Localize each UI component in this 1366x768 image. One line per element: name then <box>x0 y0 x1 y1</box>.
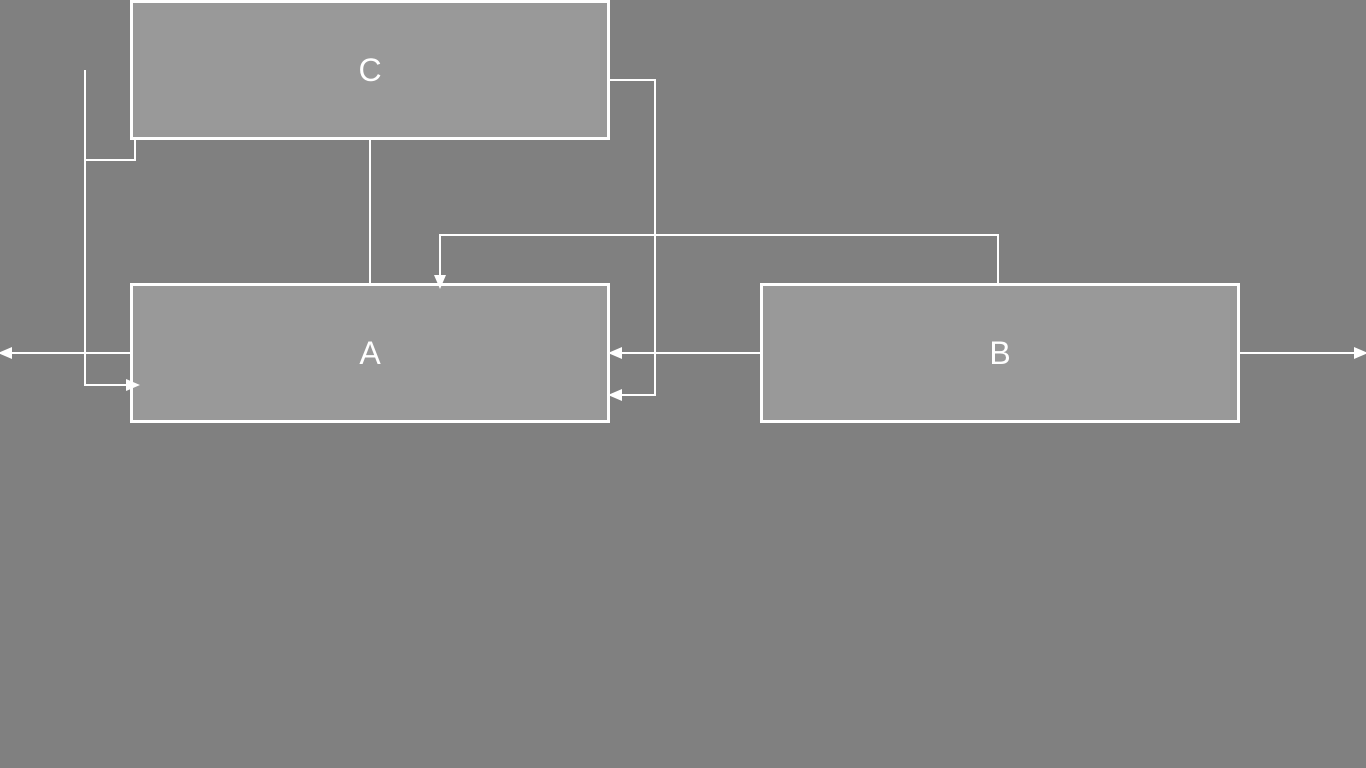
arrowhead-into-a-right-upper <box>608 347 622 359</box>
arrowhead-b-right-out <box>1354 347 1366 359</box>
edge-b-top-to-a-top <box>440 235 998 283</box>
node-a: A <box>130 283 610 423</box>
node-a-label: A <box>359 335 380 372</box>
arrowhead-into-a-right-lower <box>608 389 622 401</box>
arrowhead-a-left-out <box>0 347 12 359</box>
node-b-label: B <box>989 335 1010 372</box>
node-c-label: C <box>358 52 381 89</box>
node-c: C <box>130 0 610 140</box>
edge-c-left-down <box>85 140 135 385</box>
edge-c-right-to-a-right <box>610 80 655 395</box>
node-b: B <box>760 283 1240 423</box>
